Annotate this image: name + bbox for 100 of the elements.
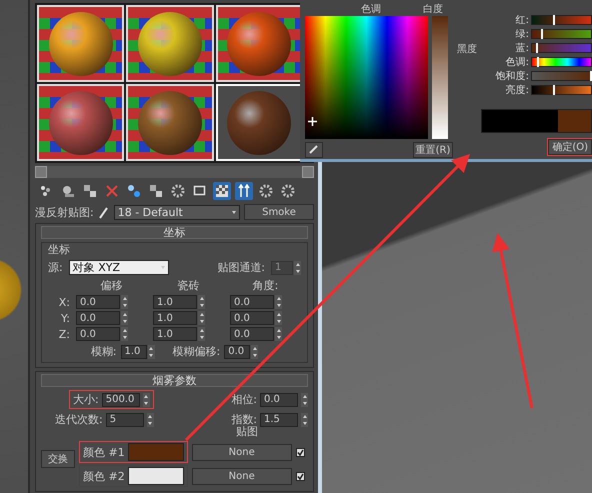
slider-label: 亮度: xyxy=(504,84,529,97)
cubes-icon xyxy=(149,184,163,198)
slider-thumb[interactable] xyxy=(553,85,556,95)
spinner-arrows-icon[interactable] xyxy=(198,311,205,325)
map-type-button[interactable]: Smoke xyxy=(244,204,314,220)
blur-label: 模糊: xyxy=(90,344,116,359)
number-field[interactable]: 1.0 xyxy=(153,311,197,325)
color-slider[interactable] xyxy=(531,57,592,67)
color-slider[interactable] xyxy=(531,15,592,25)
spinner-arrows-icon[interactable] xyxy=(251,344,258,358)
column-header: 角度: xyxy=(252,278,280,293)
gear-icon xyxy=(259,184,273,198)
spinner-arrows-icon[interactable] xyxy=(148,344,154,358)
material-slot[interactable] xyxy=(37,84,124,161)
axis-label: Z: xyxy=(58,328,70,340)
toolbar-button[interactable] xyxy=(213,182,231,200)
spinner-arrows-icon[interactable] xyxy=(294,260,301,274)
map-button[interactable]: None xyxy=(192,468,292,484)
eyedropper-icon[interactable] xyxy=(98,205,110,219)
number-field[interactable]: 0.0 xyxy=(76,311,120,325)
slider-thumb[interactable] xyxy=(536,43,538,53)
toolbar-button[interactable] xyxy=(125,182,143,200)
color-slider[interactable] xyxy=(531,29,592,39)
slider-thumb[interactable] xyxy=(536,57,539,67)
toolbar-button[interactable] xyxy=(279,182,297,200)
slider-label: 蓝: xyxy=(514,42,529,55)
checkbox[interactable] xyxy=(296,448,305,456)
spinner-arrows-icon[interactable] xyxy=(275,295,282,309)
number-field[interactable]: 0.0 xyxy=(230,311,274,325)
slider-thumb[interactable] xyxy=(541,29,544,39)
number-field[interactable]: 0.0 xyxy=(76,295,120,309)
hue-label: 色调 xyxy=(361,3,381,13)
toolbar-button[interactable] xyxy=(235,182,253,200)
blur-offset-label: 模糊偏移: xyxy=(172,344,220,359)
crosshair-icon[interactable] xyxy=(308,117,317,126)
toolbar-button[interactable] xyxy=(257,182,275,200)
rollout-header[interactable]: 烟雾参数 xyxy=(41,374,308,387)
number-field[interactable]: 0.0 xyxy=(76,327,120,341)
source-dropdown[interactable]: 对象 XYZ xyxy=(68,260,169,275)
number-field[interactable]: 1.0 xyxy=(153,295,197,309)
source-label: 源: xyxy=(48,260,63,275)
number-field[interactable]: 1.0 xyxy=(120,344,146,358)
whiteness-bar[interactable] xyxy=(432,16,448,139)
gear-icon xyxy=(281,184,295,198)
color-slider[interactable] xyxy=(531,85,592,95)
number-field[interactable]: 0.0 xyxy=(230,295,274,309)
color-swatch[interactable] xyxy=(128,467,184,485)
hue-saturation-field[interactable] xyxy=(305,16,428,139)
slider-label: 色调: xyxy=(504,56,529,69)
color-slider[interactable] xyxy=(531,71,592,81)
material-slot[interactable] xyxy=(126,5,214,82)
exponent-label: 指数: xyxy=(231,412,257,426)
material-slot[interactable] xyxy=(126,84,214,161)
spinner-arrows-icon[interactable] xyxy=(146,412,154,426)
number-field[interactable]: 0.0 xyxy=(230,327,274,341)
cubes-icon xyxy=(83,184,97,198)
color-slider[interactable] xyxy=(531,43,592,53)
slider-thumb[interactable] xyxy=(553,15,556,25)
swap-button[interactable]: 交换 xyxy=(41,450,75,468)
slider-label: 饱和度: xyxy=(494,70,529,83)
spinner-arrows-icon[interactable] xyxy=(121,327,128,341)
material-slot[interactable] xyxy=(37,5,124,82)
number-field[interactable]: 0.0 xyxy=(224,344,250,358)
material-slot[interactable] xyxy=(216,5,303,82)
spinner-arrows-icon[interactable] xyxy=(275,327,282,341)
number-field[interactable]: 1.5 xyxy=(260,412,298,426)
spinner-arrows-icon[interactable] xyxy=(301,392,308,406)
spinner-arrows-icon[interactable] xyxy=(198,327,205,341)
delete-icon xyxy=(105,184,119,198)
eyedropper-icon xyxy=(309,144,319,154)
iterations-label: 迭代次数: xyxy=(55,412,103,427)
spinner-arrows-icon[interactable] xyxy=(121,311,128,325)
slider-label: 红: xyxy=(514,14,529,27)
number-field[interactable]: 1.0 xyxy=(153,327,197,341)
spinner-arrows-icon[interactable] xyxy=(142,392,150,406)
color-label: 颜色 #1 xyxy=(83,444,125,460)
map-button[interactable]: None xyxy=(192,444,292,460)
color-swatch[interactable] xyxy=(128,443,184,461)
toolbar-button[interactable] xyxy=(169,182,187,200)
spinner-arrows-icon[interactable] xyxy=(275,311,282,325)
ok-button[interactable]: 确定(O) xyxy=(548,139,592,155)
toolbar-button[interactable] xyxy=(81,182,99,200)
color-label: 颜色 #2 xyxy=(83,468,125,484)
rollout-header[interactable]: 坐标 xyxy=(41,226,308,239)
axis-label: Y: xyxy=(60,312,70,324)
column-header: 瓷砖 xyxy=(176,278,200,293)
spinner-arrows-icon[interactable] xyxy=(121,295,128,309)
checkbox[interactable] xyxy=(296,472,305,480)
number-field[interactable]: 5 xyxy=(106,412,144,426)
number-field[interactable]: 500.0 xyxy=(102,392,140,406)
eyedropper-button[interactable] xyxy=(305,142,323,158)
map-label: 漫反射贴图: xyxy=(35,204,94,220)
spinner-arrows-icon[interactable] xyxy=(301,412,308,426)
spinner-arrows-icon[interactable] xyxy=(198,295,205,309)
material-name-dropdown[interactable]: 18 - Default xyxy=(114,204,240,220)
toolbar-button[interactable] xyxy=(147,182,165,200)
whiteness-label: 白度 xyxy=(423,2,443,13)
reset-button[interactable]: 重置(R) xyxy=(413,142,453,158)
number-field[interactable]: 0.0 xyxy=(260,392,298,406)
slider-label: 绿: xyxy=(514,28,529,41)
